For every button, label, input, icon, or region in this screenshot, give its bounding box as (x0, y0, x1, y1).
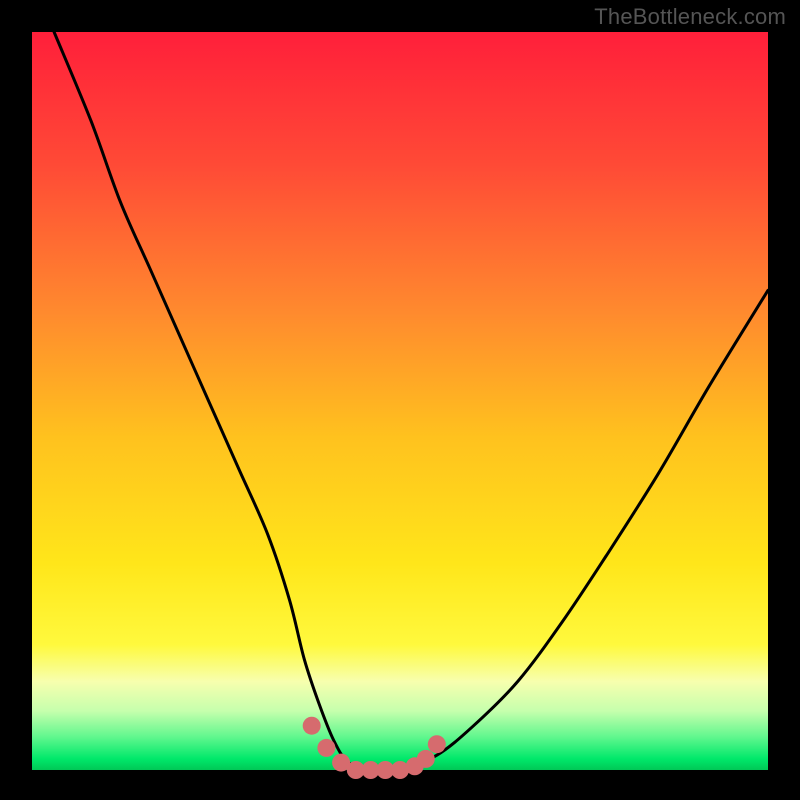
bottleneck-chart (0, 0, 800, 800)
marker-dot (417, 750, 435, 768)
watermark-label: TheBottleneck.com (594, 4, 786, 30)
chart-frame: TheBottleneck.com (0, 0, 800, 800)
marker-dot (317, 739, 335, 757)
plot-background (32, 32, 768, 770)
marker-dot (303, 717, 321, 735)
marker-dot (428, 735, 446, 753)
